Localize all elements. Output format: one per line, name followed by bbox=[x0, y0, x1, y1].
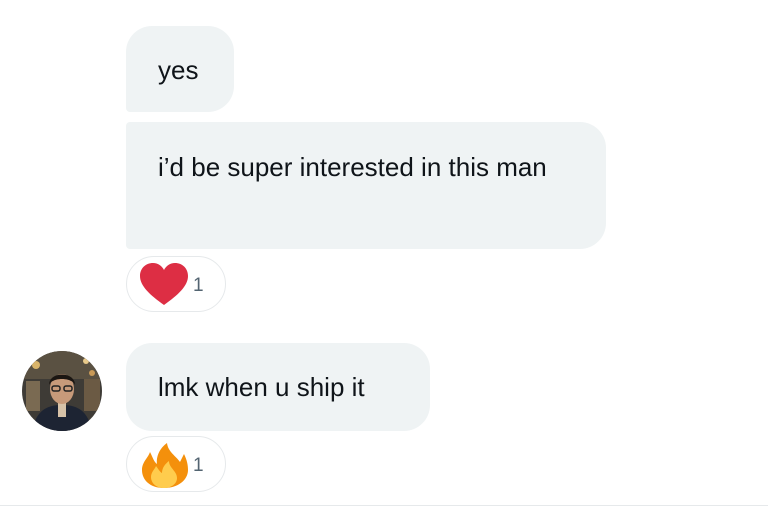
fire-icon bbox=[142, 443, 188, 488]
reaction-pill[interactable]: 1 bbox=[126, 256, 226, 312]
message-text: i’d be super interested in this man bbox=[158, 152, 547, 182]
message-bubble[interactable]: lmk when u ship it bbox=[126, 343, 430, 431]
message-bubble[interactable]: yes bbox=[126, 26, 234, 112]
avatar[interactable] bbox=[22, 351, 102, 431]
reaction-pill[interactable]: 1 bbox=[126, 436, 226, 492]
message-text: lmk when u ship it bbox=[158, 372, 365, 402]
divider bbox=[0, 505, 768, 506]
reaction-count: 1 bbox=[193, 455, 204, 476]
message-bubble[interactable]: i’d be super interested in this man bbox=[126, 122, 606, 249]
heart-icon bbox=[140, 263, 188, 305]
message-text: yes bbox=[158, 55, 199, 85]
reaction-count: 1 bbox=[193, 275, 204, 296]
